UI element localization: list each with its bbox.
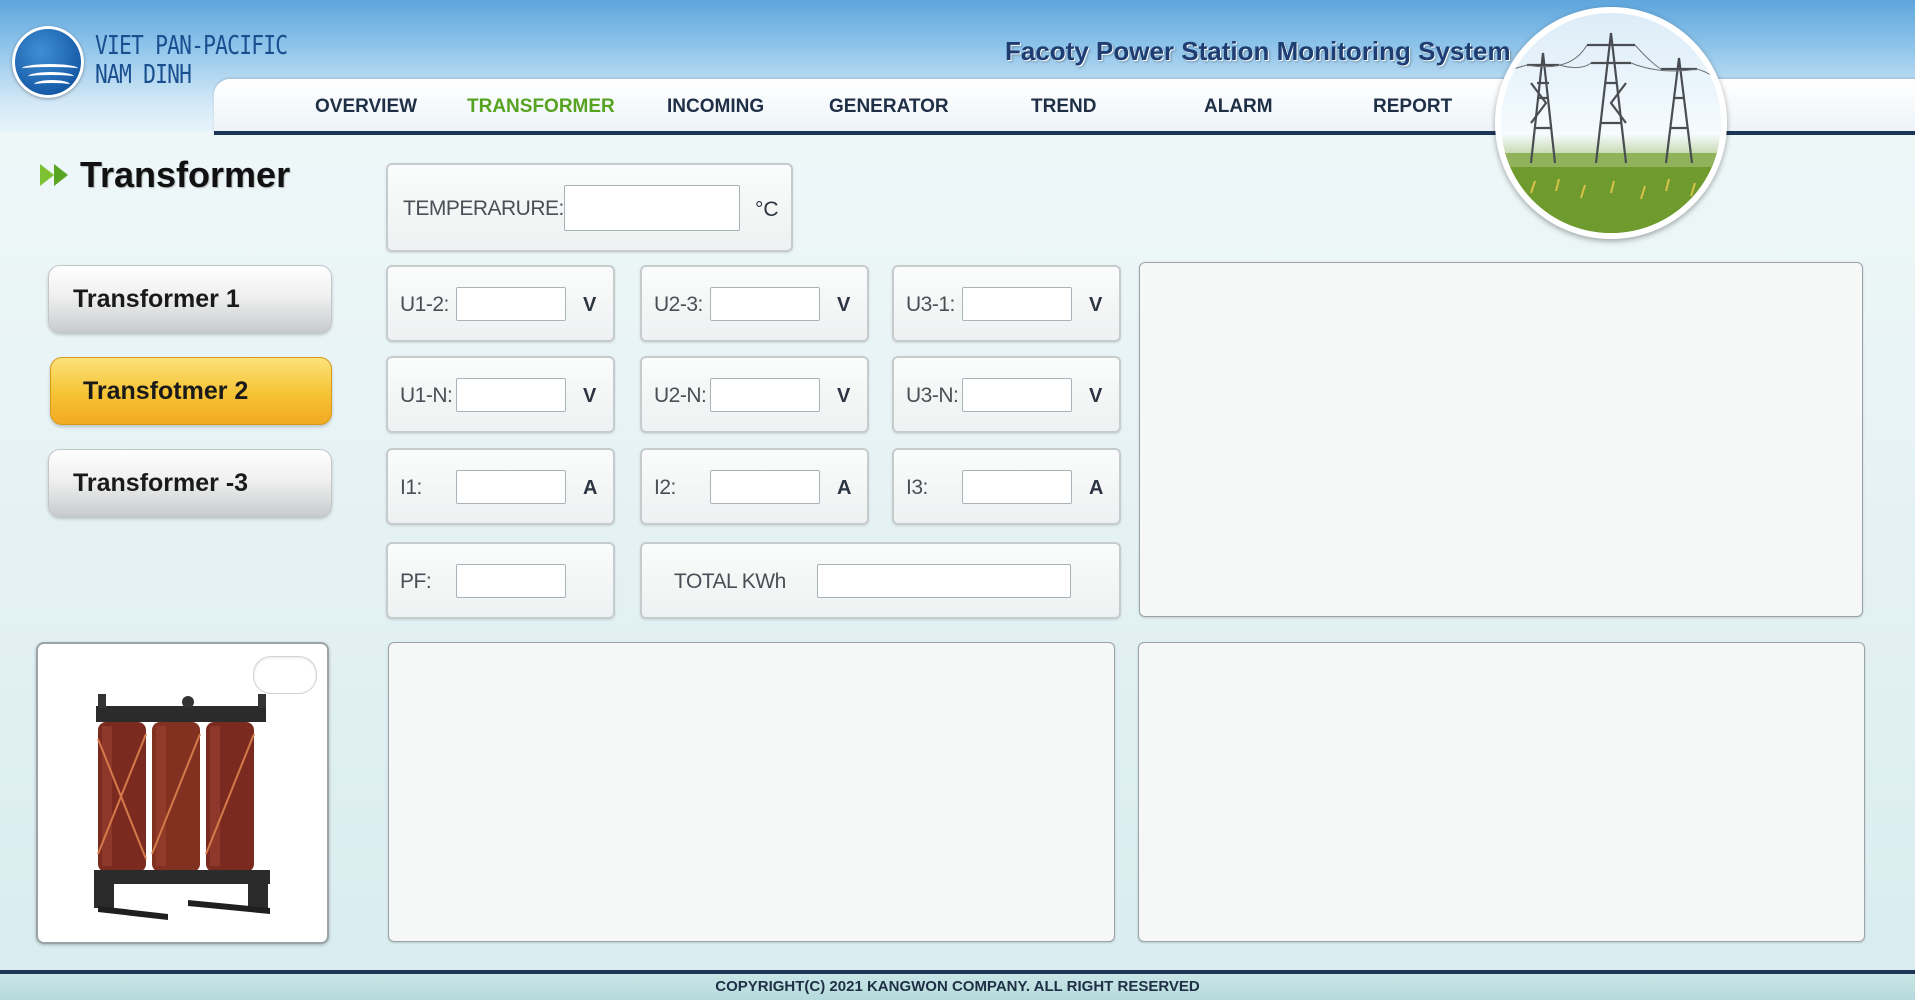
total-kwh-input[interactable]: [817, 564, 1071, 598]
i1-unit: A: [583, 477, 598, 499]
u12-panel: U1-2: V: [386, 265, 615, 342]
u12-label: U1-2:: [400, 293, 449, 316]
u31-input[interactable]: [962, 287, 1072, 321]
u23-unit: V: [837, 294, 851, 316]
pf-input[interactable]: [456, 564, 566, 598]
page-title-text: Transformer: [80, 154, 291, 195]
i3-panel: I3: A: [892, 448, 1121, 525]
u12-unit: V: [583, 294, 597, 316]
i2-label: I2:: [654, 476, 676, 499]
temperature-input[interactable]: [564, 185, 740, 231]
u3n-panel: U3-N: V: [892, 356, 1121, 433]
logo-line-1: VIET PAN-PACIFIC: [95, 31, 288, 61]
temperature-panel: TEMPERARURE: °C: [386, 163, 793, 252]
u1n-input[interactable]: [456, 378, 566, 412]
i3-input[interactable]: [962, 470, 1072, 504]
u31-panel: U3-1: V: [892, 265, 1121, 342]
double-chevron-right-icon: [40, 164, 68, 186]
chart-panel-bottom-right: [1138, 642, 1865, 942]
transformer-3-button[interactable]: Transformer -3: [48, 449, 332, 517]
transformer-1-button[interactable]: Transformer 1: [48, 265, 332, 333]
nav-report[interactable]: REPORT: [1373, 96, 1452, 118]
page-title: Transformer: [40, 154, 290, 196]
u1n-label: U1-N:: [400, 384, 453, 407]
i3-label: I3:: [906, 476, 928, 499]
i1-label: I1:: [400, 476, 422, 499]
i2-input[interactable]: [710, 470, 820, 504]
u2n-input[interactable]: [710, 378, 820, 412]
nav-transformer[interactable]: TRANSFORMER: [467, 96, 615, 118]
u3n-label: U3-N:: [906, 384, 959, 407]
copyright-text: COPYRIGHT(C) 2021 KANGWON COMPANY. ALL R…: [715, 978, 1200, 995]
u2n-panel: U2-N: V: [640, 356, 869, 433]
footer: COPYRIGHT(C) 2021 KANGWON COMPANY. ALL R…: [0, 970, 1915, 1000]
nav-trend[interactable]: TREND: [1031, 96, 1096, 118]
temperature-unit: °C: [755, 198, 779, 221]
u1n-panel: U1-N: V: [386, 356, 615, 433]
u2n-label: U2-N:: [654, 384, 707, 407]
chart-panel-bottom-left: [388, 642, 1115, 942]
u31-label: U3-1:: [906, 293, 955, 316]
i3-unit: A: [1089, 477, 1104, 499]
u23-label: U2-3:: [654, 293, 703, 316]
u1n-unit: V: [583, 385, 597, 407]
u3n-input[interactable]: [962, 378, 1072, 412]
transformer-image-card: [36, 642, 329, 944]
nav-alarm[interactable]: ALARM: [1204, 96, 1273, 118]
company-logo: [12, 26, 84, 98]
u23-panel: U2-3: V: [640, 265, 869, 342]
power-pylon-image: [1495, 7, 1727, 239]
total-kwh-panel: TOTAL KWh: [640, 542, 1121, 619]
pf-label: PF:: [400, 570, 432, 593]
chart-panel-top-right: [1139, 262, 1863, 617]
u2n-unit: V: [837, 385, 851, 407]
nav-incoming[interactable]: INCOMING: [667, 96, 764, 118]
u3n-unit: V: [1089, 385, 1103, 407]
i1-panel: I1: A: [386, 448, 615, 525]
nav-generator[interactable]: GENERATOR: [829, 96, 949, 118]
u31-unit: V: [1089, 294, 1103, 316]
temperature-label: TEMPERARURE:: [403, 197, 564, 220]
transformer-2-button[interactable]: Transfotmer 2: [50, 357, 332, 425]
system-title: Facoty Power Station Monitoring System: [1005, 36, 1511, 66]
i2-panel: I2: A: [640, 448, 869, 525]
i1-input[interactable]: [456, 470, 566, 504]
i2-unit: A: [837, 477, 852, 499]
total-kwh-label: TOTAL KWh: [674, 570, 786, 593]
image-toggle[interactable]: [253, 656, 317, 694]
u12-input[interactable]: [456, 287, 566, 321]
pf-panel: PF:: [386, 542, 615, 619]
u23-input[interactable]: [710, 287, 820, 321]
nav-overview[interactable]: OVERVIEW: [315, 96, 417, 118]
